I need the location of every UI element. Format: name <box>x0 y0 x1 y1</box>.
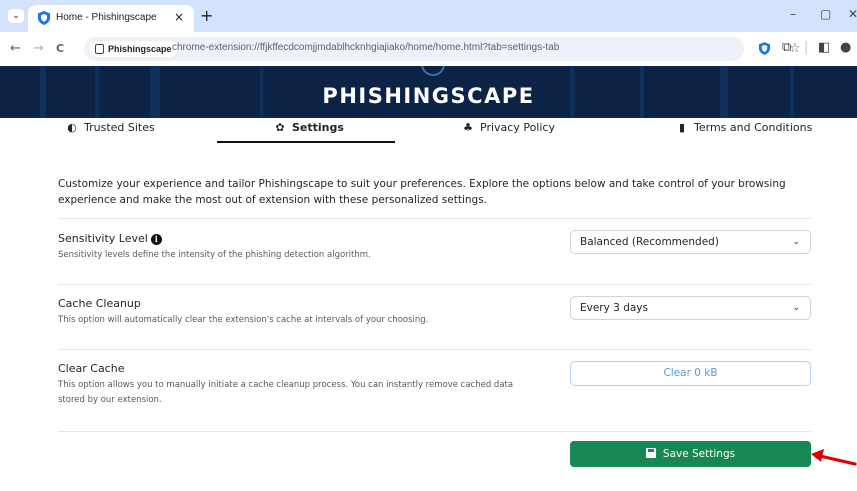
sensitivity-selected-value: Balanced (Recommended) <box>580 236 719 248</box>
header-banner: PHISHINGSCAPE <box>0 66 857 118</box>
tab-terms-and-conditions[interactable]: ▮ Terms and Conditions <box>676 121 812 142</box>
divider <box>58 349 811 350</box>
save-settings-label: Save Settings <box>662 448 736 460</box>
extension-shield-icon[interactable] <box>759 42 770 55</box>
side-panel-icon[interactable]: ◧ <box>818 40 830 55</box>
divider <box>58 218 811 219</box>
divider <box>58 431 811 432</box>
tab-privacy-policy[interactable]: ♣ Privacy Policy <box>462 121 555 142</box>
tab-settings[interactable]: ✿ Settings <box>274 121 344 142</box>
save-settings-button[interactable]: Save Settings <box>570 441 811 467</box>
half-circle-icon: ◐ <box>67 121 77 134</box>
shield-favicon-icon <box>38 11 50 25</box>
tab-label: Settings <box>292 121 344 134</box>
browser-tab-strip: ⌄ Home - Phishingscape × + – ▢ ✕ <box>0 0 857 32</box>
tab-title: Home - Phishingscape <box>56 12 157 23</box>
chevron-down-icon: ⌄ <box>792 303 800 313</box>
users-icon: ♣ <box>463 121 473 134</box>
annotation-arrow-icon <box>811 449 857 466</box>
tab-label: Terms and Conditions <box>694 121 813 134</box>
back-icon[interactable]: ← <box>10 41 21 56</box>
clear-cache-title: Clear Cache <box>58 362 125 375</box>
tab-label: Trusted Sites <box>84 121 155 134</box>
cache-cleanup-title: Cache Cleanup <box>58 297 141 310</box>
browser-tab-home[interactable]: Home - Phishingscape × <box>28 5 194 32</box>
sensitivity-description: Sensitivity levels define the intensity … <box>58 250 371 260</box>
floppy-disk-icon <box>645 448 656 458</box>
address-bar[interactable]: Phishingscape chrome-extension://ffjkffe… <box>84 37 801 61</box>
clear-cache-button[interactable]: Clear 0 kB <box>570 361 811 386</box>
tab-trusted-sites[interactable]: ◐ Trusted Sites <box>66 121 155 142</box>
extension-page-icon <box>95 44 104 54</box>
info-icon[interactable]: i <box>150 234 162 245</box>
clear-cache-description: This option allows you to manually initi… <box>58 380 514 405</box>
gear-icon: ✿ <box>275 121 285 134</box>
tab-close-icon[interactable]: × <box>174 10 184 24</box>
tab-search-chevron-icon[interactable]: ⌄ <box>8 9 24 23</box>
minimize-icon[interactable]: – <box>790 7 796 21</box>
toolbar-separator: | <box>804 40 809 55</box>
new-tab-button[interactable]: + <box>200 6 213 25</box>
sensitivity-select[interactable]: Balanced (Recommended) ⌄ <box>570 230 811 254</box>
site-chip-label: Phishingscape <box>108 44 172 54</box>
main-nav-tabs: ◐ Trusted Sites ✿ Settings ♣ Privacy Policy… <box>0 118 857 144</box>
sensitivity-title-text: Sensitivity Level <box>58 232 148 245</box>
cache-cleanup-select[interactable]: Every 3 days ⌄ <box>570 296 811 320</box>
forward-icon[interactable]: → <box>33 41 44 56</box>
brand-title: PHISHINGSCAPE <box>322 84 535 108</box>
document-icon: ▮ <box>678 121 686 134</box>
url-text[interactable]: chrome-extension://ffjkffecdcomjjmdablhc… <box>172 42 559 53</box>
site-info-chip[interactable]: Phishingscape <box>90 41 178 57</box>
sensitivity-title: Sensitivity Level i <box>58 232 162 245</box>
browser-toolbar: ← → C Phishingscape chrome-extension://f… <box>0 32 857 66</box>
reload-icon[interactable]: C <box>56 42 64 55</box>
cache-cleanup-description: This option will automatically clear the… <box>58 315 429 325</box>
close-window-icon[interactable]: ✕ <box>848 7 857 21</box>
active-tab-indicator <box>217 141 395 143</box>
settings-intro: Customize your experience and tailor Phi… <box>58 178 786 206</box>
puzzle-icon[interactable]: ⧉ <box>782 40 791 55</box>
divider <box>58 284 811 285</box>
chevron-down-icon: ⌄ <box>792 237 800 247</box>
profile-icon[interactable]: ● <box>840 40 851 55</box>
tab-label: Privacy Policy <box>480 121 555 134</box>
logo-shield-icon <box>421 66 445 76</box>
cache-cleanup-selected-value: Every 3 days <box>580 302 648 314</box>
maximize-icon[interactable]: ▢ <box>820 7 831 21</box>
